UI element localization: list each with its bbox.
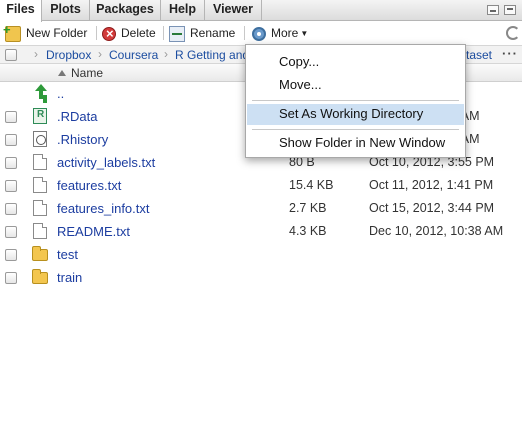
breadcrumb-item-dropbox[interactable]: Dropbox	[46, 48, 91, 62]
file-name-link[interactable]: .Rhistory	[57, 132, 108, 147]
parent-dir-icon	[33, 84, 49, 102]
breadcrumb-item-dataset[interactable]: taset	[466, 48, 492, 62]
breadcrumb-item-r-getting-and[interactable]: R Getting and	[175, 48, 249, 62]
table-row: README.txt 4.3 KB Dec 10, 2012, 10:38 AM	[0, 220, 522, 243]
menu-item-set-working-directory[interactable]: Set As Working Directory	[247, 104, 464, 125]
text-file-icon	[33, 154, 47, 170]
sort-ascending-icon	[58, 70, 66, 76]
text-file-icon	[33, 177, 47, 193]
file-name-link[interactable]: .RData	[57, 109, 97, 124]
file-name-link[interactable]: README.txt	[57, 224, 130, 239]
maximize-pane-button[interactable]	[504, 5, 516, 15]
tab-packages[interactable]: Packages	[90, 0, 161, 21]
row-checkbox[interactable]	[5, 226, 17, 238]
file-name-link[interactable]: test	[57, 247, 78, 262]
row-checkbox[interactable]	[5, 157, 17, 169]
delete-icon	[102, 25, 116, 42]
files-toolbar: New Folder Delete Rename More ▼	[0, 21, 522, 44]
file-name-link[interactable]: activity_labels.txt	[57, 155, 155, 170]
new-folder-icon	[3, 21, 21, 42]
row-checkbox[interactable]	[5, 203, 17, 215]
file-modified: Oct 11, 2012, 1:41 PM	[369, 178, 494, 192]
minimize-pane-button[interactable]	[487, 5, 499, 15]
row-checkbox[interactable]	[5, 111, 17, 123]
text-file-icon	[33, 200, 47, 216]
chevron-right-icon: ›	[34, 47, 38, 61]
new-folder-button[interactable]: New Folder	[3, 21, 88, 42]
rhistory-file-icon	[33, 131, 47, 147]
pane-tab-bar: Files Plots Packages Help Viewer	[0, 0, 522, 22]
rename-label: Rename	[190, 26, 236, 40]
gear-icon	[252, 26, 266, 41]
more-label: More	[271, 26, 299, 40]
file-size: 15.4 KB	[289, 178, 334, 192]
tab-plots[interactable]: Plots	[42, 0, 90, 21]
folder-icon	[32, 246, 48, 261]
file-name-link[interactable]: ..	[57, 86, 64, 101]
select-all-checkbox[interactable]	[5, 49, 17, 61]
more-button[interactable]: More ▼	[252, 25, 308, 42]
name-column-header[interactable]: Name	[71, 66, 103, 80]
menu-item-show-folder-new-window[interactable]: Show Folder in New Window	[247, 133, 464, 154]
file-size: 2.7 KB	[289, 201, 327, 215]
row-checkbox[interactable]	[5, 180, 17, 192]
breadcrumb-overflow-button[interactable]: ···	[502, 46, 518, 61]
table-row: features_info.txt 2.7 KB Oct 15, 2012, 3…	[0, 197, 522, 220]
refresh-icon[interactable]	[506, 26, 520, 40]
chevron-right-icon: ›	[98, 47, 102, 61]
file-name-link[interactable]: features_info.txt	[57, 201, 150, 216]
rename-button[interactable]: Rename	[169, 25, 235, 42]
toolbar-divider	[244, 26, 245, 40]
row-checkbox[interactable]	[5, 134, 17, 146]
folder-icon	[32, 269, 48, 284]
file-size: 4.3 KB	[289, 224, 327, 238]
file-modified: Oct 15, 2012, 3:44 PM	[369, 201, 495, 215]
breadcrumb-item-coursera[interactable]: Coursera	[109, 48, 158, 62]
chevron-right-icon: ›	[164, 47, 168, 61]
menu-divider	[252, 129, 459, 130]
file-name-link[interactable]: train	[57, 270, 82, 285]
file-name-link[interactable]: features.txt	[57, 178, 121, 193]
new-folder-label: New Folder	[26, 26, 88, 40]
menu-item-move[interactable]: Move...	[247, 75, 464, 96]
delete-label: Delete	[121, 26, 156, 40]
tab-help[interactable]: Help	[161, 0, 205, 21]
table-row: train	[0, 266, 522, 289]
delete-button[interactable]: Delete	[102, 25, 156, 42]
chevron-down-icon: ▼	[300, 29, 309, 38]
pane-window-controls	[487, 5, 516, 15]
toolbar-divider	[163, 26, 164, 40]
table-row: features.txt 15.4 KB Oct 11, 2012, 1:41 …	[0, 174, 522, 197]
toolbar-divider	[96, 26, 97, 40]
menu-item-copy[interactable]: Copy...	[247, 52, 464, 73]
row-checkbox[interactable]	[5, 249, 17, 261]
tab-viewer[interactable]: Viewer	[205, 0, 262, 21]
text-file-icon	[33, 223, 47, 239]
rdata-file-icon	[33, 108, 47, 124]
more-dropdown-menu: Copy... Move... Set As Working Directory…	[245, 44, 466, 158]
rename-icon	[169, 25, 185, 42]
tab-files[interactable]: Files	[0, 0, 42, 22]
row-checkbox[interactable]	[5, 272, 17, 284]
menu-divider	[252, 100, 459, 101]
table-row: test	[0, 243, 522, 266]
file-modified: Dec 10, 2012, 10:38 AM	[369, 224, 504, 238]
